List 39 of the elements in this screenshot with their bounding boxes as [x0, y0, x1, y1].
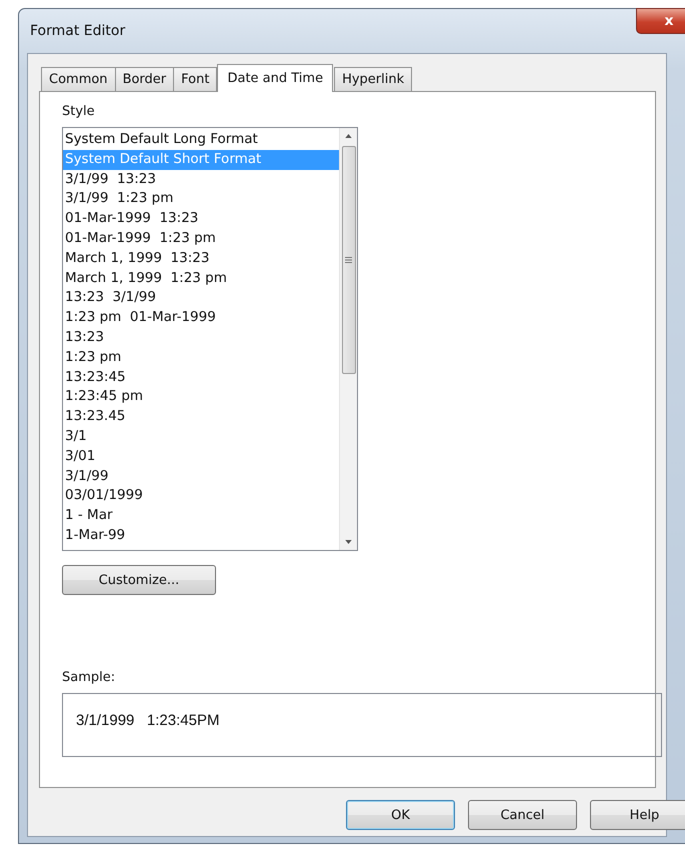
list-item[interactable]: 1:23:45 pm — [63, 387, 339, 408]
tab[interactable]: Font — [173, 67, 218, 91]
list-item[interactable]: 3/1/99 13:23 — [63, 170, 339, 190]
sample-label: Sample: — [62, 670, 116, 685]
tab[interactable]: Border — [114, 67, 174, 91]
list-item[interactable]: 03/01/1999 — [63, 486, 339, 506]
close-button[interactable]: x — [636, 8, 685, 34]
dialog-button[interactable]: Help — [590, 800, 685, 830]
dialog-button[interactable]: Cancel — [468, 800, 577, 830]
list-item[interactable]: 3/01 — [63, 446, 339, 467]
list-item[interactable]: 13:23 — [63, 328, 339, 348]
list-item[interactable]: 1:23 pm — [63, 348, 339, 368]
list-item[interactable]: 3/1 — [63, 426, 339, 447]
customize-button[interactable]: Customize... — [62, 565, 216, 595]
dialog-button[interactable]: OK — [346, 800, 455, 830]
list-item[interactable]: 13:23.45 — [63, 407, 339, 427]
sample-text: 3/1/1999 1:23:45PM — [76, 712, 220, 730]
grip-icon — [345, 257, 352, 263]
list-item[interactable]: March 1, 1999 1:23 pm — [63, 268, 339, 288]
list-item[interactable]: 01-Mar-1999 13:23 — [63, 209, 339, 229]
list-item[interactable]: System Default Long Format — [63, 130, 339, 150]
list-item[interactable]: 3/1/99 1:23 pm — [63, 189, 339, 210]
list-item[interactable]: 1-Mar-99 — [63, 526, 339, 546]
list-item[interactable]: 13:23 3/1/99 — [63, 288, 339, 308]
scroll-thumb[interactable] — [342, 146, 356, 374]
style-label: Style — [62, 104, 95, 119]
list-item[interactable]: 1 - Mar — [63, 506, 339, 526]
tab[interactable]: Date and Time — [217, 64, 334, 92]
window-title: Format Editor — [30, 23, 126, 39]
scroll-down-icon[interactable] — [345, 540, 352, 544]
tab[interactable]: Hyperlink — [334, 67, 412, 91]
tab[interactable]: Common — [41, 67, 116, 91]
list-item[interactable]: 3/1/99 — [63, 466, 339, 486]
list-item[interactable]: 1:23 pm 01-Mar-1999 — [63, 308, 339, 328]
scrollbar[interactable] — [339, 128, 357, 550]
list-item[interactable]: March 1, 1999 13:23 — [63, 248, 339, 269]
list-item[interactable]: 13:23:45 — [63, 368, 339, 388]
list-item[interactable]: 01-Mar-1999 1:23 pm — [63, 228, 339, 249]
scroll-up-icon[interactable] — [345, 134, 352, 138]
